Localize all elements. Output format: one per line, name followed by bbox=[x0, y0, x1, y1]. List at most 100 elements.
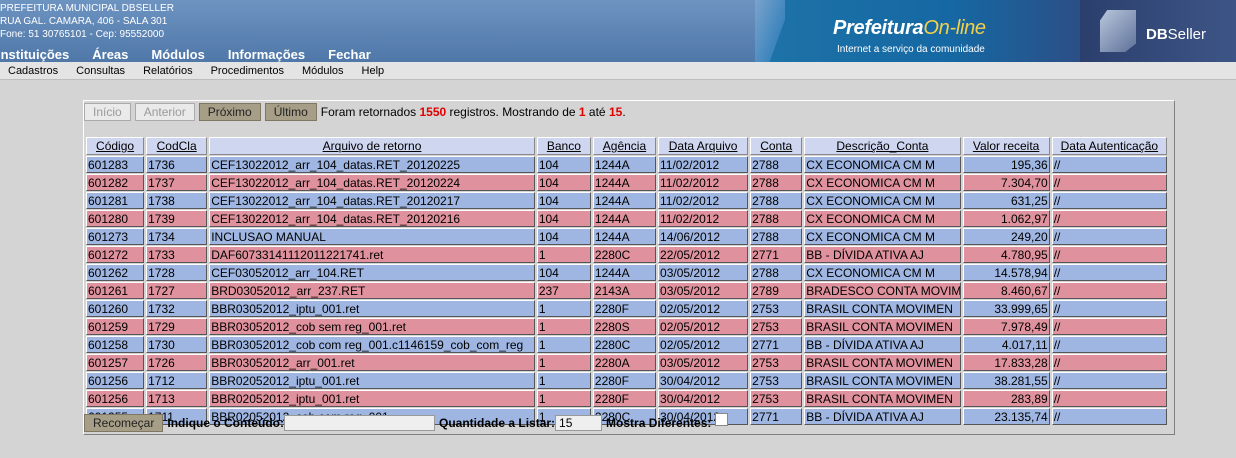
table-row[interactable]: 601256 1712 BBR02052012_iptu_001.ret 1 2280F… bbox=[86, 372, 1167, 389]
cell-arquivo: BBR03052012_iptu_001.ret bbox=[209, 300, 535, 317]
range-from: 1 bbox=[578, 105, 586, 119]
cell-data-autenticacao: // bbox=[1051, 192, 1167, 209]
table-row[interactable]: 601281 1738 CEF13022012_arr_104_datas.RET_… bbox=[86, 192, 1167, 209]
table-row[interactable]: 601259 1729 BBR03052012_cob sem reg_001.re… bbox=[86, 318, 1167, 335]
cell-conta: 2753 bbox=[750, 300, 803, 317]
table-row[interactable]: 601256 1713 BBR02052012_iptu_001.ret 1 2280F… bbox=[86, 390, 1167, 407]
cell-data-autenticacao: // bbox=[1051, 408, 1167, 425]
table-row[interactable]: 601280 1739 CEF13022012_arr_104_datas.RET_… bbox=[86, 210, 1167, 227]
cell-valor-receita: 4.017,11 bbox=[962, 336, 1050, 353]
table-row[interactable]: 601257 1726 BBR03052012_arr_001.ret 1 2280A 0… bbox=[86, 354, 1167, 371]
org-name: PREFEITURA MUNICIPAL DBSELLER bbox=[0, 3, 174, 14]
cell-agencia: 1244A bbox=[592, 210, 657, 227]
column-codigo[interactable]: Código bbox=[86, 137, 145, 155]
table-row[interactable]: 601258 1730 BBR03052012_cob com reg_001.c1… bbox=[86, 336, 1167, 353]
table-row[interactable]: 601261 1727 BRD03052012_arr_237.RET 237 2143… bbox=[86, 282, 1167, 299]
column-data-arquivo[interactable]: Data Arquivo bbox=[658, 137, 749, 155]
cell-codcla: 1730 bbox=[146, 336, 208, 353]
cell-data-arquivo: 30/04/2012 bbox=[658, 390, 749, 407]
table-header-row: Código CodCla Arquivo de retorno Banco A… bbox=[86, 137, 1167, 155]
column-arquivo-retorno[interactable]: Arquivo de retorno bbox=[209, 137, 535, 155]
cell-valor-receita: 23.135,74 bbox=[962, 408, 1050, 425]
total-records: 1550 bbox=[419, 105, 447, 119]
cell-data-arquivo: 03/05/2012 bbox=[658, 264, 749, 281]
cell-banco: 1 bbox=[536, 354, 591, 371]
cell-arquivo: CEF13022012_arr_104_datas.RET_20120224 bbox=[209, 174, 535, 191]
menu-consultas[interactable]: Consultas bbox=[76, 65, 125, 77]
table-row[interactable]: 601260 1732 BBR03052012_iptu_001.ret 1 2280F… bbox=[86, 300, 1167, 317]
cell-data-autenticacao: // bbox=[1051, 228, 1167, 245]
cell-arquivo: CEF13022012_arr_104_datas.RET_20120217 bbox=[209, 192, 535, 209]
cell-conta: 2771 bbox=[750, 408, 803, 425]
column-conta[interactable]: Conta bbox=[750, 137, 803, 155]
menu-cadastros[interactable]: Cadastros bbox=[8, 65, 58, 77]
cell-data-arquivo: 14/06/2012 bbox=[658, 228, 749, 245]
cell-conta: 2788 bbox=[750, 228, 803, 245]
cell-descricao-conta: CX ECONOMICA CM M bbox=[804, 210, 961, 227]
menu-relatorios[interactable]: Relatórios bbox=[143, 65, 193, 77]
brand-title: PrefeituraOn-line bbox=[833, 17, 986, 39]
cell-data-autenticacao: // bbox=[1051, 390, 1167, 407]
cell-descricao-conta: BRASIL CONTA MOVIMEN bbox=[804, 300, 961, 317]
table-row[interactable]: 601272 1733 DAF6073314111201122174​1.ret 1 2… bbox=[86, 246, 1167, 263]
cell-data-autenticacao: // bbox=[1051, 156, 1167, 173]
menu-modulos[interactable]: Módulos bbox=[302, 65, 344, 77]
nav-fechar[interactable]: Fechar bbox=[328, 47, 371, 62]
restart-button[interactable]: Recomeçar bbox=[84, 413, 164, 432]
cell-data-arquivo: 03/05/2012 bbox=[658, 282, 749, 299]
previous-page-button[interactable]: Anterior bbox=[134, 103, 195, 121]
nav-areas[interactable]: Áreas bbox=[92, 47, 128, 62]
cell-codigo: 601272 bbox=[86, 246, 145, 263]
table-row[interactable]: 601273 1734 INCLUSAO MANUAL 104 1244A 14/06/2… bbox=[86, 228, 1167, 245]
cell-arquivo: BBR03052012_cob sem reg_001.ret bbox=[209, 318, 535, 335]
quantity-input[interactable] bbox=[555, 414, 603, 431]
cell-data-autenticacao: // bbox=[1051, 300, 1167, 317]
cell-codigo: 601258 bbox=[86, 336, 145, 353]
cell-descricao-conta: CX ECONOMICA CM M bbox=[804, 156, 961, 173]
first-page-button[interactable]: Início bbox=[84, 103, 131, 121]
cell-banco: 1 bbox=[536, 246, 591, 263]
column-banco[interactable]: Banco bbox=[536, 137, 591, 155]
column-data-autenticacao[interactable]: Data Autenticação bbox=[1051, 137, 1167, 155]
cell-data-autenticacao: // bbox=[1051, 282, 1167, 299]
cell-descricao-conta: BB - DÍVIDA ATIVA AJ bbox=[804, 336, 961, 353]
prefeitura-online-logo: PrefeituraOn-line Internet a serviço da … bbox=[755, 0, 1080, 62]
cell-agencia: 2280A bbox=[592, 354, 657, 371]
cell-banco: 104 bbox=[536, 174, 591, 191]
table-row[interactable]: 601283 1736 CEF13022012_arr_104_datas.RET_… bbox=[86, 156, 1167, 173]
cell-arquivo: INCLUSAO MANUAL bbox=[209, 228, 535, 245]
dbseller-wordmark: DBSeller bbox=[1146, 26, 1207, 43]
cell-agencia: 1244A bbox=[592, 228, 657, 245]
cell-descricao-conta: BB - DÍVIDA ATIVA AJ bbox=[804, 408, 961, 425]
table-row[interactable]: 601282 1737 CEF13022012_arr_104_datas.RET_… bbox=[86, 174, 1167, 191]
cell-data-arquivo: 02/05/2012 bbox=[658, 318, 749, 335]
nav-instituicoes[interactable]: Instituições bbox=[0, 47, 69, 62]
column-valor-receita[interactable]: Valor receita bbox=[962, 137, 1050, 155]
last-page-button[interactable]: Último bbox=[264, 103, 317, 121]
cell-codcla: 1736 bbox=[146, 156, 208, 173]
cell-data-arquivo: 02/05/2012 bbox=[658, 336, 749, 353]
column-codcla[interactable]: CodCla bbox=[146, 137, 208, 155]
cell-banco: 1 bbox=[536, 336, 591, 353]
dbseller-cube-icon bbox=[1100, 10, 1136, 52]
cell-data-arquivo: 11/02/2012 bbox=[658, 210, 749, 227]
cell-agencia: 2280F bbox=[592, 390, 657, 407]
cell-valor-receita: 8.460,67 bbox=[962, 282, 1050, 299]
table-row[interactable]: 601262 1728 CEF03052012_arr_104.RET 104 1244… bbox=[86, 264, 1167, 281]
nav-informacoes[interactable]: Informações bbox=[228, 47, 305, 62]
cell-agencia: 2280F bbox=[592, 300, 657, 317]
cell-banco: 237 bbox=[536, 282, 591, 299]
cell-codcla: 1712 bbox=[146, 372, 208, 389]
cell-data-arquivo: 03/05/2012 bbox=[658, 354, 749, 371]
show-different-checkbox[interactable] bbox=[715, 413, 729, 426]
cell-agencia: 1244A bbox=[592, 174, 657, 191]
column-descricao-conta[interactable]: Descrição_Conta bbox=[804, 137, 961, 155]
content-input[interactable] bbox=[284, 414, 436, 431]
cell-data-autenticacao: // bbox=[1051, 318, 1167, 335]
nav-modulos[interactable]: Módulos bbox=[151, 47, 204, 62]
menu-procedimentos[interactable]: Procedimentos bbox=[211, 65, 284, 77]
column-agencia[interactable]: Agência bbox=[592, 137, 657, 155]
cell-codigo: 601257 bbox=[86, 354, 145, 371]
menu-help[interactable]: Help bbox=[362, 65, 385, 77]
next-page-button[interactable]: Próximo bbox=[198, 103, 261, 121]
